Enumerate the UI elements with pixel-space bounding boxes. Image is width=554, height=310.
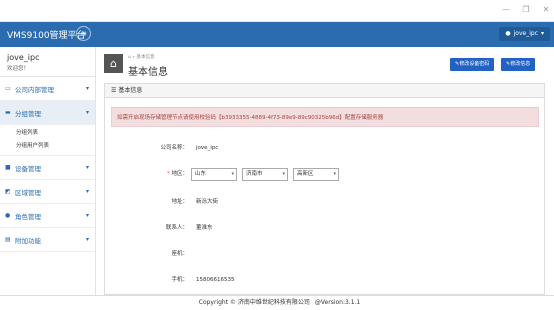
- mobile-row: 手机： 15806616535: [105, 274, 546, 286]
- user-menu-button[interactable]: ● jove_ipc ▾: [499, 27, 550, 41]
- district-select[interactable]: 高新区 ▾: [293, 168, 339, 181]
- chevron-down-icon: ▾: [85, 212, 89, 219]
- sidebar-subitem-group-users[interactable]: 分组用户列表: [0, 140, 95, 153]
- map-icon: ◩: [5, 188, 11, 195]
- sidebar-submenu-group: 分组列表 分组用户列表: [0, 125, 95, 156]
- sidebar-user: jove_ipc 欢迎您！: [0, 47, 95, 77]
- chevron-down-icon: ▾: [85, 85, 89, 92]
- contact-label: 联系人：: [165, 225, 188, 231]
- sidebar-username: jove_ipc: [7, 53, 40, 62]
- district-value: 高新区: [297, 171, 314, 177]
- landline-label: 座机：: [171, 251, 188, 257]
- camera-icon: ■: [5, 164, 11, 171]
- app-title: VMS9100管理平台: [7, 31, 86, 41]
- user-menu-label: jove_ipc: [513, 30, 538, 37]
- region-row: * 地区： 山东 ▾ 济南市 ▾ 高新区 ▾: [105, 168, 546, 181]
- maximize-icon[interactable]: ❐: [522, 6, 530, 14]
- page-title: 基本信息: [128, 67, 168, 78]
- sidebar-item-company[interactable]: ▭ 公司内部管理 ▾: [0, 77, 95, 101]
- contact-value: 董淮东: [196, 225, 213, 231]
- chevron-down-icon: ▾: [85, 164, 89, 171]
- sidebar-item-label: 区域管理: [15, 188, 41, 197]
- sidebar-item-label: 设备管理: [15, 164, 41, 173]
- chevron-down-icon: ▾: [333, 171, 336, 177]
- sidebar-item-device[interactable]: ■ 设备管理 ▾: [0, 156, 95, 180]
- sidebar-item-label: 公司内部管理: [15, 85, 54, 94]
- home-icon[interactable]: ⌂: [104, 54, 123, 73]
- footer-version: @Version:3.1.1: [314, 299, 361, 306]
- window-title-bar: — ❐ ✕: [0, 0, 554, 22]
- sidebar-item-label: 角色管理: [15, 212, 41, 221]
- address-label: 地址：: [171, 199, 188, 205]
- modify-device-password-button[interactable]: ✎修改设备密码: [450, 58, 495, 71]
- sidebar-subitem-group-list[interactable]: 分组列表: [0, 127, 95, 140]
- panel-header: ☰ 基本信息: [105, 84, 544, 98]
- mobile-value: 15806616535: [196, 277, 235, 283]
- province-value: 山东: [195, 171, 207, 177]
- list-icon: ☰: [111, 87, 117, 94]
- sidebar: jove_ipc 欢迎您！ ▭ 公司内部管理 ▾ ▬ 分组管理 ▾ 分组列表 分…: [0, 47, 96, 310]
- user-icon: ●: [5, 212, 11, 219]
- sidebar-item-region[interactable]: ◩ 区域管理 ▾: [0, 180, 95, 204]
- modify-device-password-label: 修改设备密码: [459, 61, 490, 67]
- sidebar-welcome: 欢迎您！: [7, 66, 30, 72]
- user-icon: ●: [505, 30, 511, 37]
- modify-info-button[interactable]: ✎修改信息: [501, 58, 536, 71]
- info-panel: ☰ 基本信息 如需开启现场存储管理节点请使用校验码【b3933355-4889-…: [104, 83, 545, 295]
- main-content: ⌂ ⌂ » 基本信息 基本信息 ✎修改设备密码 ✎修改信息 ☰ 基本信息 如需开…: [96, 47, 554, 295]
- province-select[interactable]: 山东 ▾: [191, 168, 237, 181]
- chevron-down-icon: ▾: [85, 188, 89, 195]
- chevron-down-icon: ▾: [231, 171, 234, 177]
- breadcrumb-home-icon[interactable]: ⌂: [128, 55, 131, 60]
- contact-row: 联系人： 董淮东: [105, 222, 546, 234]
- breadcrumb: ⌂ » 基本信息: [128, 55, 155, 60]
- footer: Copyright © 济南中维世纪科技有限公司 @Version:3.1.1: [0, 295, 554, 310]
- mobile-label: 手机：: [171, 277, 188, 283]
- panel-title: 基本信息: [118, 87, 143, 94]
- company-label: 公司名称：: [160, 145, 188, 151]
- modify-info-label: 修改信息: [510, 61, 531, 67]
- breadcrumb-current: 基本信息: [136, 55, 155, 60]
- window-controls: — ❐ ✕: [502, 6, 550, 14]
- sidebar-item-role[interactable]: ● 角色管理 ▾: [0, 204, 95, 228]
- region-label: * 地区：: [166, 171, 188, 177]
- sidebar-item-label: 分组管理: [15, 109, 41, 118]
- close-icon[interactable]: ✕: [542, 6, 550, 14]
- chevron-down-icon: ▾: [85, 109, 89, 116]
- chevron-down-icon: ▾: [85, 236, 89, 243]
- app-header: VMS9100管理平台 ≡ ● jove_ipc ▾: [0, 22, 554, 47]
- cog-icon: ▤: [5, 236, 11, 243]
- address-row: 地址： 新泺大街: [105, 196, 546, 208]
- landline-row: 座机：: [105, 248, 546, 260]
- city-select[interactable]: 济南市 ▾: [242, 168, 288, 181]
- minimize-icon[interactable]: —: [502, 6, 510, 14]
- folder-icon: ▬: [5, 109, 11, 116]
- address-value: 新泺大街: [196, 199, 219, 205]
- storage-alert: 如需开启现场存储管理节点请使用校验码【b3933355-4889-4f73-89…: [111, 107, 539, 127]
- city-value: 济南市: [246, 171, 263, 177]
- company-value: jove_ipc: [196, 145, 219, 151]
- chevron-down-icon: ▾: [282, 171, 285, 177]
- page-header: ⌂ ⌂ » 基本信息 基本信息 ✎修改设备密码 ✎修改信息: [101, 51, 551, 81]
- sidebar-item-label: 附加功能: [15, 236, 41, 245]
- menu-icon[interactable]: ≡: [76, 26, 91, 41]
- footer-copyright: Copyright © 济南中维世纪科技有限公司: [198, 299, 310, 306]
- sidebar-item-extra[interactable]: ▤ 附加功能 ▾: [0, 228, 95, 252]
- chevron-down-icon: ▾: [540, 30, 544, 37]
- monitor-icon: ▭: [5, 85, 11, 92]
- company-row: 公司名称： jove_ipc: [105, 142, 546, 154]
- sidebar-item-group[interactable]: ▬ 分组管理 ▾: [0, 101, 95, 125]
